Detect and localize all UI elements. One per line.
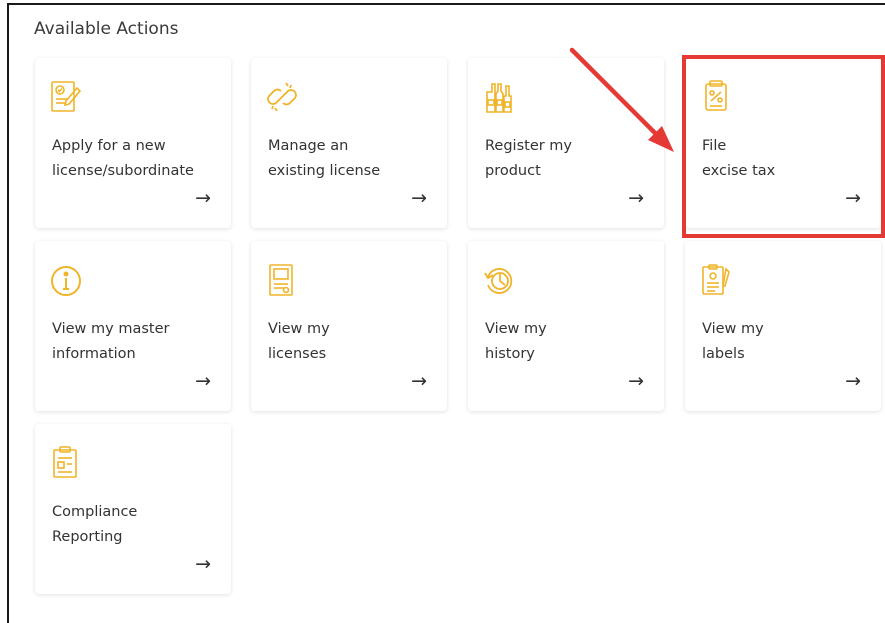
license-document-icon <box>266 263 298 297</box>
history-clock-icon <box>483 263 515 297</box>
license-application-icon <box>50 80 82 114</box>
action-label-line2: labels <box>702 346 745 362</box>
action-label-line1: View my master <box>52 321 170 337</box>
page-title: Available Actions <box>34 19 179 39</box>
arrow-right-icon[interactable]: → <box>195 187 211 209</box>
action-card-view-labels[interactable]: View my labels → <box>685 241 881 411</box>
action-card-apply-license[interactable]: Apply for a new license/subordinate → <box>35 58 231 228</box>
tax-document-icon <box>700 80 732 114</box>
action-label-line2: information <box>52 346 136 362</box>
action-label-line2: licenses <box>268 346 327 362</box>
action-label-line1: View my <box>702 321 764 337</box>
action-card-compliance-reporting[interactable]: Compliance Reporting → <box>35 424 231 594</box>
action-card-register-product[interactable]: Register my product → <box>468 58 664 228</box>
action-label-line2: Reporting <box>52 529 123 545</box>
labels-icon <box>700 263 732 297</box>
action-card-master-information[interactable]: View my master information → <box>35 241 231 411</box>
info-icon <box>50 263 82 297</box>
action-label-line1: Register my <box>485 138 573 154</box>
action-card-view-licenses[interactable]: View my licenses → <box>251 241 447 411</box>
action-label-line2: existing license <box>268 163 381 179</box>
action-label-line2: product <box>485 163 541 179</box>
action-label-line1: View my <box>268 321 330 337</box>
arrow-right-icon[interactable]: → <box>411 187 427 209</box>
arrow-right-icon[interactable]: → <box>845 187 861 209</box>
action-label-line2: license/subordinate <box>52 163 194 179</box>
action-card-manage-license[interactable]: Manage an existing license → <box>251 58 447 228</box>
bottles-icon <box>483 80 515 114</box>
link-chain-icon <box>266 80 298 114</box>
action-label-line1: File <box>702 138 727 154</box>
arrow-right-icon[interactable]: → <box>411 370 427 392</box>
arrow-right-icon[interactable]: → <box>845 370 861 392</box>
compliance-report-icon <box>50 446 82 480</box>
action-card-view-history[interactable]: View my history → <box>468 241 664 411</box>
action-label-line2: history <box>485 346 535 362</box>
action-label-line2: excise tax <box>702 163 776 179</box>
action-label-line1: Manage an <box>268 138 349 154</box>
arrow-right-icon[interactable]: → <box>195 553 211 575</box>
arrow-right-icon[interactable]: → <box>628 370 644 392</box>
action-label-line1: View my <box>485 321 547 337</box>
action-label-line1: Compliance <box>52 504 138 520</box>
action-card-file-excise-tax[interactable]: File excise tax → <box>685 58 881 228</box>
arrow-right-icon[interactable]: → <box>628 187 644 209</box>
action-label-line1: Apply for a new <box>52 138 166 154</box>
arrow-right-icon[interactable]: → <box>195 370 211 392</box>
